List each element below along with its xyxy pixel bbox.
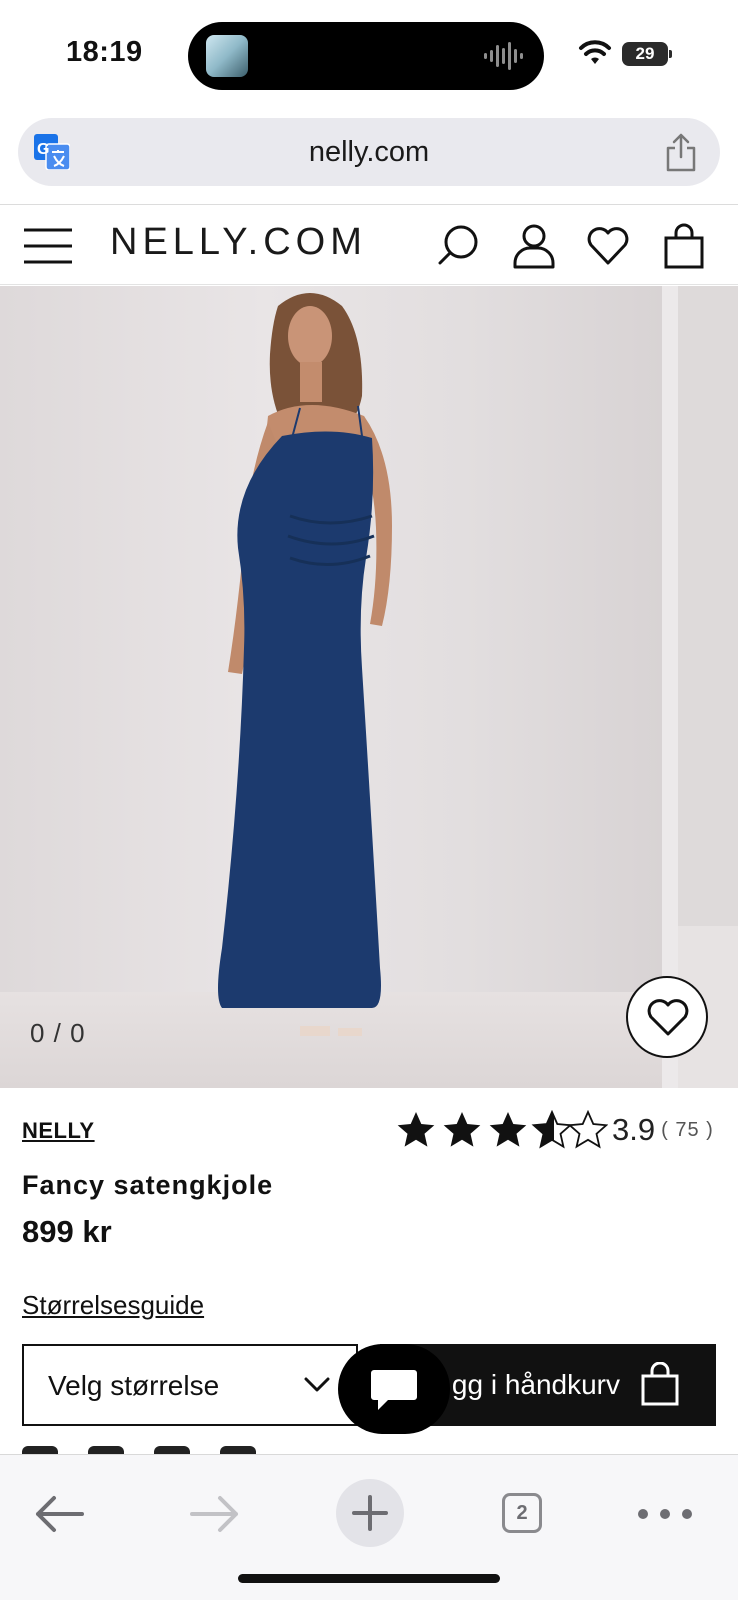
audio-waveform-icon [484, 42, 523, 70]
share-icon[interactable] [664, 132, 698, 172]
battery-tip [669, 50, 672, 58]
size-select[interactable]: Velg størrelse [22, 1344, 358, 1426]
rating-stars-icon [397, 1111, 608, 1148]
review-count: ( 75 ) [661, 1118, 714, 1141]
model-in-dress-image [218, 293, 392, 1036]
address-bar[interactable]: nelly.com G [18, 118, 720, 186]
rating-value: 3.9 [612, 1112, 656, 1147]
status-bar: 18:19 29 [0, 0, 738, 108]
product-rating[interactable]: 3.9 ( 75 ) [396, 1108, 714, 1152]
new-tab-button[interactable] [336, 1479, 404, 1547]
wifi-icon [579, 40, 611, 64]
more-options-icon[interactable] [630, 1481, 700, 1547]
size-select-label: Velg størrelse [48, 1370, 220, 1401]
size-guide-link[interactable]: Størrelsesguide [22, 1290, 204, 1321]
gallery-counter: 0 / 0 [30, 1018, 86, 1048]
home-indicator[interactable] [238, 1574, 500, 1583]
battery-indicator: 29 [622, 42, 668, 66]
tabs-button[interactable]: 2 [486, 1481, 556, 1547]
svg-text:G: G [37, 141, 49, 158]
forward-arrow-icon[interactable] [180, 1481, 250, 1547]
url-text[interactable]: nelly.com [18, 118, 720, 186]
add-to-wishlist-button[interactable] [626, 976, 708, 1058]
search-icon[interactable] [436, 223, 480, 269]
cut-off-content-row [22, 1446, 522, 1454]
heart-icon [647, 999, 689, 1036]
wishlist-icon[interactable] [586, 223, 630, 269]
product-title: Fancy satengkjole [22, 1170, 274, 1200]
hamburger-menu-icon[interactable] [24, 227, 74, 265]
shopping-bag-icon [641, 1362, 679, 1406]
chat-icon [371, 1370, 417, 1410]
product-price: 899 kr [22, 1214, 112, 1249]
chevron-down-icon [304, 1377, 330, 1392]
site-header: NELLY.COM [0, 205, 738, 285]
now-playing-artwork [206, 35, 248, 77]
chat-support-button[interactable] [338, 1344, 450, 1434]
plus-icon [352, 1495, 388, 1531]
back-arrow-icon[interactable] [24, 1481, 94, 1547]
status-time: 18:19 [66, 36, 143, 68]
tab-count: 2 [502, 1493, 542, 1533]
product-gallery[interactable]: 0 / 0 [0, 286, 738, 1088]
account-icon[interactable] [512, 223, 556, 269]
site-logo[interactable]: NELLY.COM [110, 221, 367, 264]
shopping-bag-icon[interactable] [662, 223, 706, 269]
dynamic-island[interactable] [188, 22, 544, 90]
product-brand-link[interactable]: NELLY [22, 1118, 95, 1144]
translate-icon[interactable]: G [34, 134, 70, 170]
